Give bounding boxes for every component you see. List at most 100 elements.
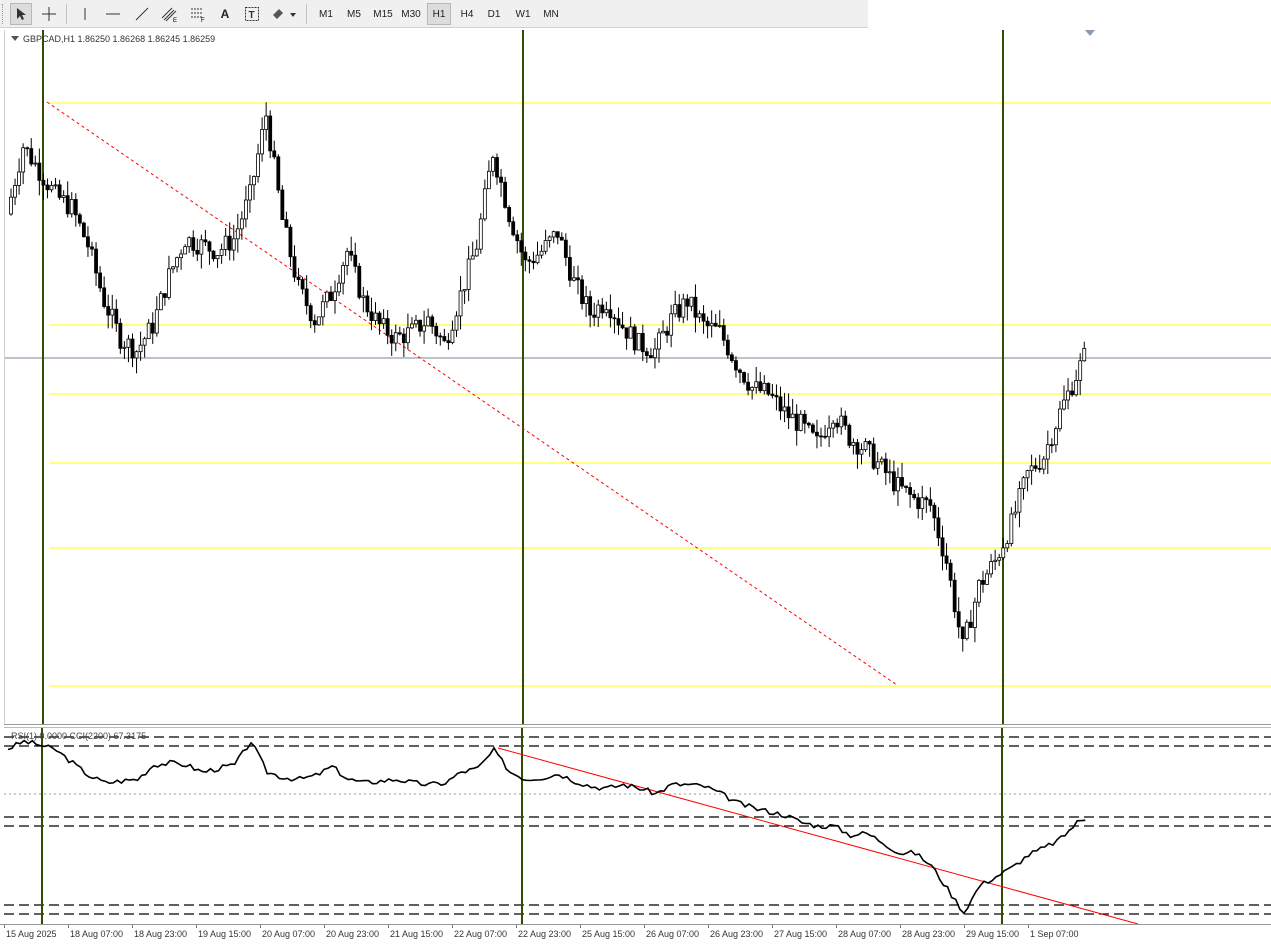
trendline-tool-button[interactable] <box>130 3 154 25</box>
candle-body <box>827 427 831 438</box>
cursor-tool-button[interactable] <box>10 3 32 25</box>
indicator-label: RSI(1) 0.0000 CCI(2200) 67.3175 <box>11 731 147 741</box>
candle-body <box>349 250 354 256</box>
candle-body <box>462 289 467 292</box>
candle-body <box>1041 458 1046 470</box>
fibonacci-tool-button[interactable]: F <box>186 3 210 25</box>
candle-body <box>1058 408 1062 430</box>
candle-body <box>572 277 576 281</box>
timeframe-w1-button[interactable]: W1 <box>511 3 535 25</box>
indicator-chart[interactable] <box>4 728 1271 925</box>
timeframe-m1-button[interactable]: M1 <box>314 3 338 25</box>
indicator-window[interactable] <box>4 728 1271 925</box>
price-chart[interactable] <box>5 30 1271 724</box>
candle-body <box>584 296 588 304</box>
candle-body <box>405 327 410 344</box>
horizontal-line-tool-button[interactable] <box>100 3 126 25</box>
candle-body <box>887 471 892 474</box>
timeframe-mn-button[interactable]: MN <box>539 3 563 25</box>
timeframe-h4-button[interactable]: H4 <box>455 3 479 25</box>
time-axis-tick <box>324 925 325 928</box>
candle-body <box>778 396 783 412</box>
candle-body <box>333 291 337 302</box>
candle-body <box>705 320 710 327</box>
candle-body <box>312 320 317 326</box>
candle-body <box>904 485 908 488</box>
candle-body <box>292 256 297 278</box>
candle-body <box>280 189 285 220</box>
candle-body <box>45 184 50 191</box>
candle-body <box>851 442 856 446</box>
candle-body <box>1078 360 1083 381</box>
candle-body <box>989 561 993 575</box>
candle-body <box>1049 444 1054 447</box>
candle-body <box>61 195 66 198</box>
candle-body <box>794 413 799 431</box>
time-axis-label: 26 Aug 07:00 <box>646 929 700 939</box>
channels-tool-button[interactable]: E <box>158 3 182 25</box>
candle-body <box>721 325 726 341</box>
candle-body <box>126 338 131 348</box>
candle-body <box>102 287 107 307</box>
candle-body <box>90 246 94 250</box>
text-label-icon: T <box>245 7 259 21</box>
candle-body <box>150 322 155 334</box>
timeframe-m5-button[interactable]: M5 <box>342 3 366 25</box>
candle-body <box>296 276 301 280</box>
candle-body <box>1045 444 1050 460</box>
svg-text:T: T <box>249 10 255 21</box>
candle-body <box>426 316 431 327</box>
candle-body <box>486 170 491 190</box>
candle-body <box>401 333 406 344</box>
candle-body <box>782 406 787 412</box>
candle-body <box>491 157 495 172</box>
candle-body <box>563 239 568 258</box>
candle-body <box>879 458 884 463</box>
shapes-tool-button[interactable] <box>268 3 300 25</box>
candle-body <box>758 381 763 392</box>
price-chart-window[interactable] <box>4 30 1271 724</box>
time-axis-tick <box>836 925 837 928</box>
candle-body <box>774 395 779 398</box>
candle-body <box>1082 347 1087 362</box>
candle-body <box>29 148 34 165</box>
time-axis-label: 27 Aug 15:00 <box>774 929 828 939</box>
horizontal-line-icon <box>106 13 120 15</box>
time-axis-tick <box>580 925 581 928</box>
time-axis-label: 28 Aug 07:00 <box>838 929 892 939</box>
candle-body <box>928 499 933 506</box>
timeframe-m15-button[interactable]: M15 <box>370 3 396 25</box>
candle-body <box>734 360 738 371</box>
candle-body <box>33 162 38 165</box>
crosshair-tool-button[interactable] <box>36 3 62 25</box>
candle-body <box>357 265 362 298</box>
candle-body <box>742 372 746 383</box>
candle-body <box>365 295 370 313</box>
shapes-dropdown-icon <box>273 9 296 19</box>
text-label-tool-button[interactable]: T <box>240 3 264 25</box>
candle-body <box>146 322 151 340</box>
candle-body <box>661 330 665 334</box>
candle-body <box>478 218 483 250</box>
timeframe-h1-button[interactable]: H1 <box>427 3 451 25</box>
candle-body <box>624 327 629 339</box>
candle-body <box>580 279 584 304</box>
collapse-triangle-icon[interactable] <box>11 36 19 42</box>
candle-body <box>239 218 244 230</box>
candle-body <box>798 413 803 431</box>
timeframe-m30-button[interactable]: M30 <box>398 3 424 25</box>
candle-body <box>235 228 240 240</box>
candle-body <box>482 188 487 220</box>
timeframe-d1-button[interactable]: D1 <box>482 3 506 25</box>
candle-body <box>620 324 625 329</box>
candle-body <box>1070 390 1074 396</box>
vertical-line-tool-button[interactable] <box>74 3 96 25</box>
candle-body <box>122 346 127 349</box>
time-axis-label: 20 Aug 07:00 <box>262 929 316 939</box>
candle-body <box>863 441 868 451</box>
text-tool-button[interactable]: A <box>214 3 236 25</box>
toolbar-grip[interactable] <box>2 4 6 24</box>
candle-body <box>750 386 755 391</box>
time-axis-label: 29 Aug 15:00 <box>966 929 1020 939</box>
candle-body <box>924 497 929 501</box>
